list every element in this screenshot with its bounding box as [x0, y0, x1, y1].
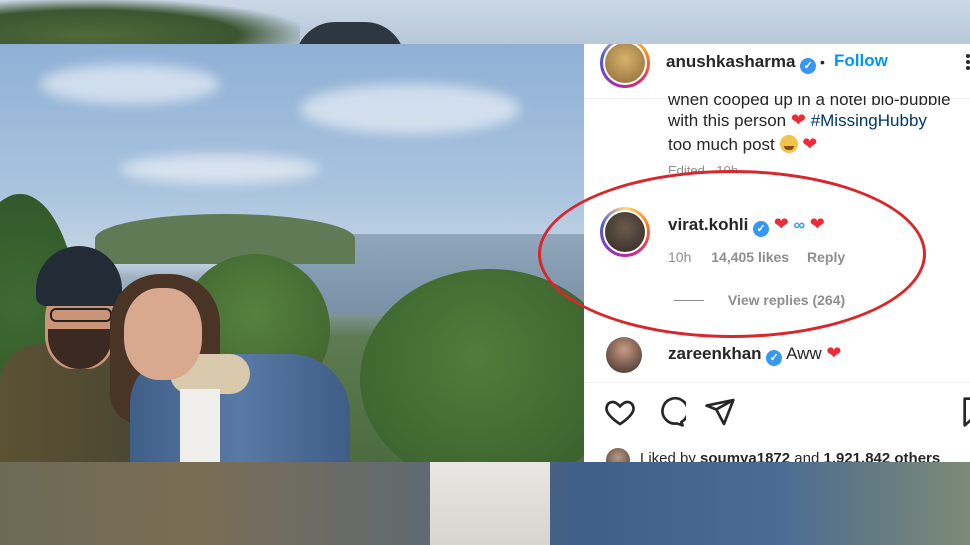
bookmark-icon[interactable]: [958, 396, 970, 428]
heart-emoji-icon: ❤: [826, 343, 842, 363]
comments-divider: [584, 382, 970, 383]
liked-by-others[interactable]: others: [894, 450, 940, 462]
heart-outline-icon[interactable]: [604, 396, 636, 428]
commenter-avatar[interactable]: [606, 337, 642, 373]
cloud: [40, 64, 220, 104]
hashtag-link[interactable]: #MissingHubby: [811, 111, 927, 130]
liked-by-and: and: [794, 450, 820, 462]
caption-text: too much post: [668, 135, 775, 154]
more-options-icon[interactable]: [962, 52, 970, 74]
avatar-image: [605, 44, 645, 83]
author-username-text[interactable]: anushkasharma: [666, 52, 795, 71]
cloud: [120, 154, 320, 184]
comment-row: zareenkhan ✓ Aww ❤: [668, 341, 842, 366]
comment-text: Aww: [786, 344, 822, 363]
liked-by-user[interactable]: soumya1872: [700, 450, 790, 462]
post-photo[interactable]: [0, 44, 584, 462]
liked-by-row: Liked by soumya1872 and 1,921,842 others: [640, 450, 940, 462]
verified-badge-icon: ✓: [800, 58, 817, 74]
caption-line-2: with this person ❤ #MissingHubby: [668, 108, 927, 133]
heart-emoji-icon: ❤: [790, 110, 806, 130]
separator-dot: •: [820, 54, 825, 70]
share-icon[interactable]: [704, 396, 736, 428]
heart-emoji-icon: ❤: [802, 134, 818, 154]
background-jackets: [0, 462, 970, 545]
likes-count[interactable]: 1,921,842: [823, 450, 890, 462]
glasses: [50, 308, 112, 322]
liked-by-label: Liked by: [640, 450, 696, 462]
caption-line-3: too much post ❤: [668, 132, 817, 157]
author-avatar[interactable]: [600, 44, 650, 88]
comment-username[interactable]: zareenkhan: [668, 344, 762, 363]
cloud: [300, 84, 520, 134]
caption-text: with this person: [668, 111, 787, 130]
avatar-frame: [603, 44, 647, 85]
post-header: anushkasharma ✓ • Follow: [584, 44, 970, 88]
highlight-circle-annotation: [538, 170, 926, 338]
face: [124, 288, 202, 380]
white-shirt: [180, 389, 220, 462]
headland: [95, 214, 355, 264]
comment-icon[interactable]: [654, 396, 686, 428]
woman-in-denim-jacket: [110, 274, 350, 462]
background-trees: [0, 0, 300, 44]
smiling-face-with-tear-emoji-icon: [779, 135, 798, 153]
verified-badge-icon: ✓: [766, 350, 783, 366]
author-username[interactable]: anushkasharma ✓: [666, 52, 817, 74]
follow-button[interactable]: Follow: [834, 51, 888, 71]
liker-avatar[interactable]: [606, 448, 630, 462]
